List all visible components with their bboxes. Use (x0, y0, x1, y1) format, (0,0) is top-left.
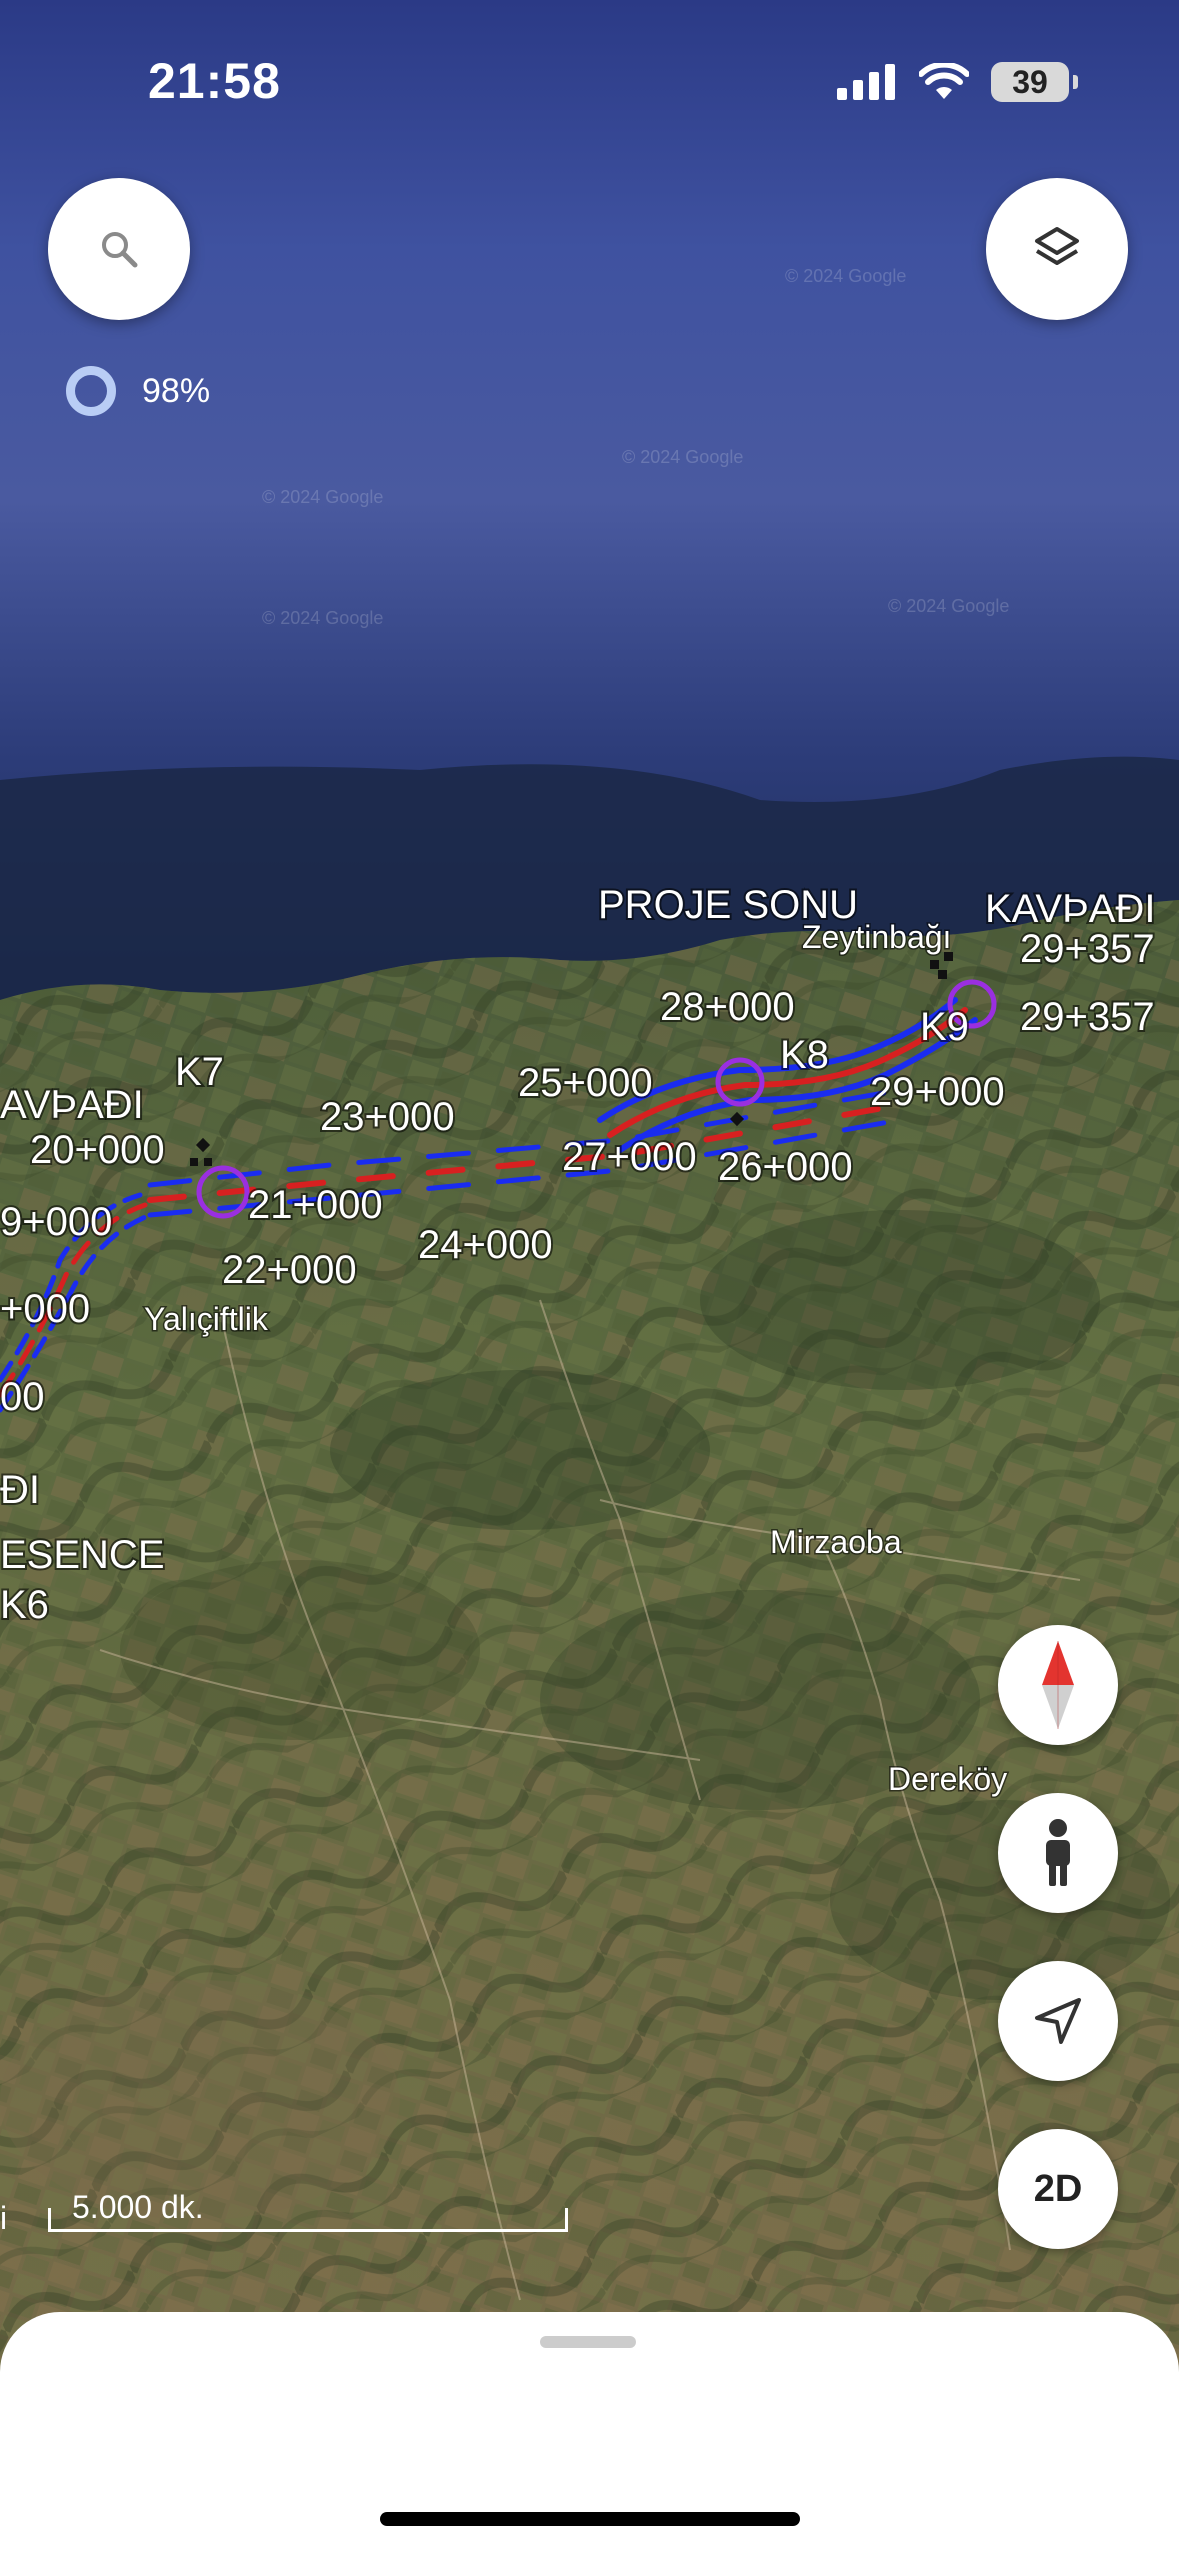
cellular-signal-icon (837, 64, 895, 100)
home-indicator (380, 2512, 800, 2526)
label-presence: ESENCE (0, 1533, 165, 1577)
label-kavsagi-left2: ÐI (0, 1468, 40, 1512)
label-kavsagi-left: AVÞAÐI (0, 1083, 144, 1127)
status-time: 21:58 (148, 53, 281, 109)
status-bar: 21:58 39 (0, 0, 1179, 170)
search-icon (102, 232, 138, 268)
place-mirzaoba: Mirzaoba (770, 1524, 902, 1560)
label-k8: K8 (780, 1033, 829, 1077)
compass-icon (1042, 1641, 1074, 1729)
compass-button[interactable] (998, 1625, 1118, 1745)
label-km28: 28+000 (660, 985, 795, 1029)
label-km20: 20+000 (30, 1128, 165, 1172)
label-km27: 27+000 (562, 1135, 697, 1179)
label-km22: 22+000 (222, 1248, 357, 1292)
label-km25: 25+000 (518, 1061, 653, 1105)
label-km26: 26+000 (718, 1145, 853, 1189)
svg-text:© 2024 Google: © 2024 Google (262, 608, 383, 628)
pegman-icon (1046, 1819, 1070, 1886)
label-k9: K9 (920, 1005, 969, 1049)
progress-ring-icon (66, 366, 116, 416)
label-kavsagi-right: KAVÞAÐI (985, 887, 1155, 931)
place-yaliciftlik: Yalıçiftlik (144, 1301, 269, 1337)
label-km21: 21+000 (248, 1183, 383, 1227)
label-km29: 29+000 (870, 1070, 1005, 1114)
svg-text:© 2024 Google: © 2024 Google (888, 596, 1009, 616)
place-derekoy: Dereköy (888, 1761, 1007, 1797)
scale-label: 5.000 dk. (72, 2189, 204, 2225)
label-km19: 9+000 (0, 1200, 112, 1244)
navigation-arrow-icon (1035, 1998, 1081, 2044)
label-km29-357b: 29+357 (1020, 995, 1155, 1039)
layers-button[interactable] (986, 178, 1128, 320)
loading-percent: 98% (142, 371, 211, 410)
label-km18: +000 (0, 1287, 90, 1331)
layers-icon (1035, 227, 1079, 265)
label-km17: 00 (0, 1375, 45, 1419)
label-k6: K6 (0, 1583, 49, 1627)
search-button[interactable] (48, 178, 190, 320)
battery-indicator: 39 (991, 62, 1078, 102)
street-view-button[interactable] (998, 1793, 1118, 1913)
label-km24: 24+000 (418, 1223, 553, 1267)
label-k7: K7 (175, 1050, 224, 1094)
sheet-grabber[interactable] (540, 2336, 636, 2348)
loading-progress: 98% (66, 366, 210, 416)
view-mode-label: 2D (1033, 2167, 1083, 2210)
svg-text:© 2024 Google: © 2024 Google (262, 487, 383, 507)
scale-bar: 5.000 dk. (48, 2189, 568, 2232)
wifi-icon (919, 63, 969, 99)
view-mode-toggle[interactable]: 2D (998, 2129, 1118, 2249)
svg-text:© 2024 Google: © 2024 Google (622, 447, 743, 467)
label-km29-357a: 29+357 (1020, 927, 1155, 971)
scale-fragment: i (0, 2200, 8, 2236)
my-location-button[interactable] (998, 1961, 1118, 2081)
label-km23: 23+000 (320, 1095, 455, 1139)
svg-text:© 2024 Google: © 2024 Google (785, 266, 906, 286)
place-zeytinbagi: Zeytinbağı (802, 919, 951, 955)
